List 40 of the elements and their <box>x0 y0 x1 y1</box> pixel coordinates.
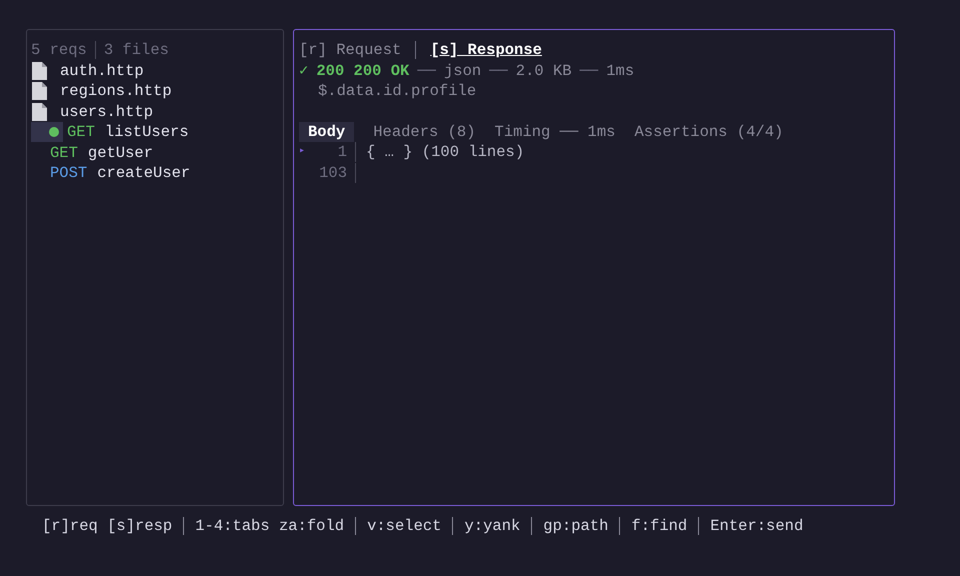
shortcut-hint: y:yank <box>464 516 520 536</box>
line-number: 1 <box>336 142 347 162</box>
json-path: $.data.id.profile <box>317 81 478 102</box>
fold-marker-icon[interactable]: ▸ <box>299 142 311 162</box>
separator: ── <box>580 60 598 81</box>
shortcut-hint: v:select <box>367 516 442 536</box>
body-tab[interactable]: Assertions (4/4) <box>634 122 784 142</box>
line-number: 103 <box>318 162 347 183</box>
http-method: GET <box>50 142 78 163</box>
separator: ── <box>417 60 436 81</box>
file-count: 3 files <box>104 40 169 60</box>
shortcut-hint: Enter:send <box>710 516 804 536</box>
file-name[interactable]: regions.http <box>60 81 172 102</box>
panel-tab[interactable]: [s] Response <box>430 40 542 60</box>
file-icon <box>31 60 48 81</box>
code-line: { … } (100 lines) <box>366 142 524 162</box>
shortcut-hint: 1-4:tabs za:fold <box>195 516 344 536</box>
file-name[interactable]: users.http <box>60 102 154 122</box>
request-name[interactable]: createUser <box>97 163 190 184</box>
response-detail: json <box>444 60 482 81</box>
check-icon: ✓ <box>299 60 308 81</box>
http-method: GET <box>67 122 95 142</box>
status-code: 200 200 OK <box>316 60 410 81</box>
file-name[interactable]: auth.http <box>60 60 144 81</box>
shortcut-hint: [r]req [s]resp <box>42 516 172 536</box>
response-detail: 2.0 KB <box>516 60 572 81</box>
http-method: POST <box>50 163 88 184</box>
body-tab[interactable]: Body <box>299 122 354 142</box>
body-tab[interactable]: Headers (8) <box>373 122 476 142</box>
request-name[interactable]: listUsers <box>104 122 189 142</box>
request-count: 5 reqs <box>31 40 87 60</box>
response-detail: 1ms <box>606 60 634 81</box>
request-name[interactable]: getUser <box>88 142 154 163</box>
body-tab[interactable]: Timing ── 1ms <box>494 122 616 142</box>
panel-tab[interactable]: [r] Request <box>299 40 402 60</box>
separator: ── <box>489 60 508 81</box>
file-icon <box>31 102 48 122</box>
file-icon <box>31 81 48 102</box>
shortcut-hint: gp:path <box>543 516 608 536</box>
shortcut-hint: f:find <box>631 516 688 536</box>
